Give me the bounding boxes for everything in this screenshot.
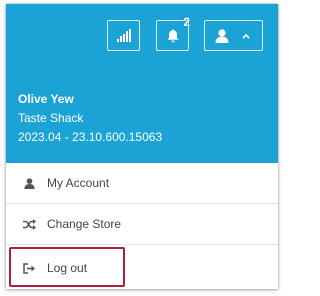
chevron-up-icon xyxy=(242,33,250,39)
shuffle-icon xyxy=(22,217,36,231)
menu-item-change-store[interactable]: Change Store xyxy=(6,204,278,244)
menu-divider xyxy=(6,244,278,245)
menu-item-label: Change Store xyxy=(47,217,122,231)
user-icon xyxy=(22,176,36,190)
version-text: 2023.04 - 23.10.600.15063 xyxy=(18,130,163,144)
stats-button[interactable] xyxy=(107,20,140,51)
menu-item-my-account[interactable]: My Account xyxy=(6,163,278,203)
notifications-button[interactable]: 2 xyxy=(156,15,190,51)
user-name: Olive Yew xyxy=(18,92,74,106)
bell-icon xyxy=(166,29,179,43)
menu-item-label: My Account xyxy=(47,176,110,190)
user-icon xyxy=(215,28,229,43)
account-header: 2 Olive Yew Taste Shack 2023.04 - 23.10.… xyxy=(6,4,278,163)
log-out-highlight xyxy=(9,247,125,287)
account-dropdown-panel: 2 Olive Yew Taste Shack 2023.04 - 23.10.… xyxy=(6,4,278,289)
signal-bars-icon xyxy=(116,29,131,42)
user-info: Olive Yew Taste Shack 2023.04 - 23.10.60… xyxy=(18,92,162,145)
user-menu-button[interactable] xyxy=(204,20,263,51)
notification-count-badge: 2 xyxy=(183,15,190,29)
store-name: Taste Shack xyxy=(18,111,84,125)
